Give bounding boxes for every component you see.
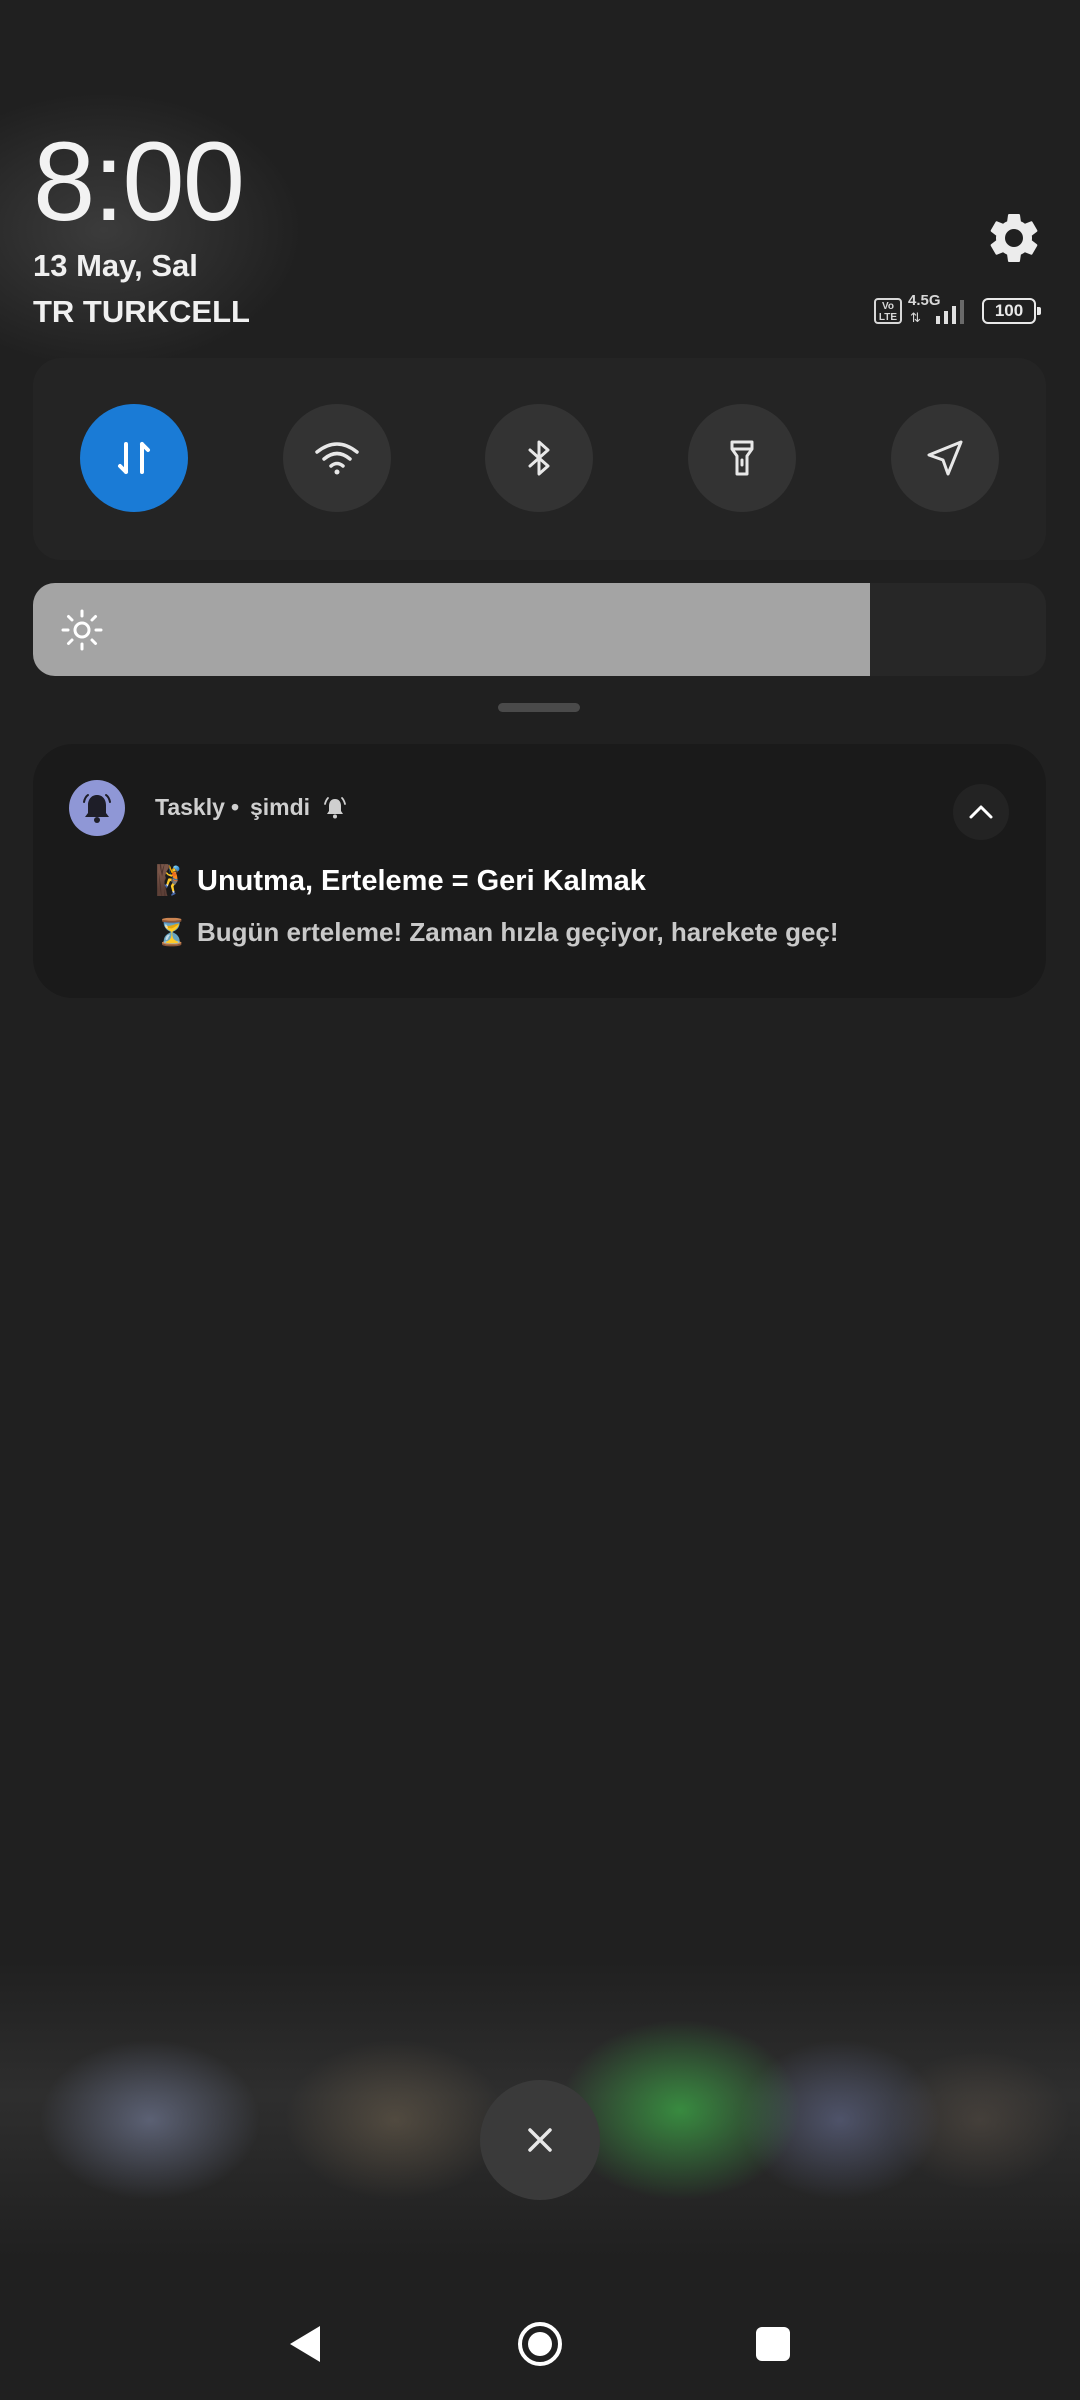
clear-all-notifications-button[interactable]: [480, 2080, 600, 2200]
close-icon: [528, 2128, 552, 2152]
settings-gear-icon[interactable]: [984, 208, 1044, 268]
qs-tile-wifi[interactable]: [283, 404, 391, 512]
notification-app-name: Taskly: [155, 794, 225, 820]
carrier-name: TR TURKCELL: [33, 294, 250, 329]
location-arrow-icon: [927, 440, 963, 476]
data-transfer-icon: [118, 442, 150, 474]
qs-tile-bluetooth[interactable]: [485, 404, 593, 512]
quick-settings-panel: [33, 358, 1046, 560]
nav-home-icon[interactable]: [516, 2320, 564, 2368]
separator-dot: •: [231, 794, 240, 820]
climber-emoji: 🧗: [155, 865, 192, 897]
flashlight-icon: [730, 440, 754, 476]
app-icon: [69, 780, 125, 836]
alerting-bell-icon: [324, 797, 346, 819]
hourglass-emoji: ⏳: [155, 917, 189, 947]
qs-tile-location[interactable]: [891, 404, 999, 512]
battery-icon: 100: [982, 298, 1041, 324]
notification-shade: 8:00 13 May, Sal TR TURKCELL Vo LTE 4.5G…: [0, 0, 1080, 2400]
network-activity-icon: ⇅: [910, 310, 921, 325]
collapse-notification-button[interactable]: [953, 784, 1009, 840]
volte-icon: Vo LTE: [874, 298, 902, 324]
notification-title-text: Unutma, Erteleme = Geri Kalmak: [197, 865, 646, 897]
signal-bars-icon: [934, 298, 970, 324]
notification-body: ⏳ Bugün erteleme! Zaman hızla geçiyor, ha…: [155, 917, 839, 948]
clock[interactable]: 8:00: [33, 120, 245, 244]
nav-back-icon[interactable]: [284, 2322, 328, 2366]
notification-title: 🧗 Unutma, Erteleme = Geri Kalmak: [155, 864, 646, 898]
nav-recents-icon[interactable]: [756, 2327, 790, 2361]
wifi-icon: [315, 442, 359, 475]
date[interactable]: 13 May, Sal: [33, 248, 198, 284]
brightness-level-fill: [33, 583, 870, 676]
notification-card[interactable]: Taskly • şimdi 🧗 Unutma, Erteleme = Geri …: [33, 744, 1046, 998]
brightness-slider[interactable]: [33, 583, 1046, 676]
shade-drag-handle[interactable]: [498, 703, 580, 712]
status-icons: Vo LTE 4.5G ⇅ 100: [874, 290, 1044, 330]
qs-tile-mobile-data[interactable]: [80, 404, 188, 512]
notification-body-text: Bugün erteleme! Zaman hızla geçiyor, har…: [197, 917, 839, 947]
brightness-sun-icon: [61, 609, 103, 651]
qs-tile-flashlight[interactable]: [688, 404, 796, 512]
notification-time: şimdi: [250, 794, 311, 820]
bell-icon: [83, 794, 111, 823]
bluetooth-icon: [528, 440, 550, 476]
chevron-up-icon: [969, 805, 993, 819]
